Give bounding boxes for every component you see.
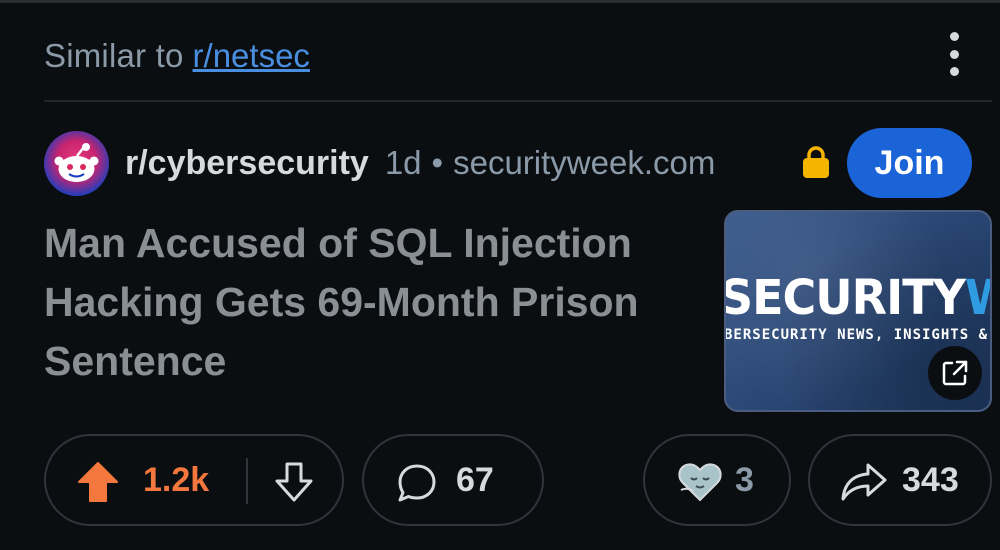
external-link-button[interactable] (928, 346, 982, 400)
kebab-icon (949, 32, 959, 41)
action-bar: 1.2k 67 3 343 (44, 434, 992, 526)
award-heart-icon (678, 463, 722, 502)
share-button[interactable]: 343 (808, 434, 992, 526)
post-age: 1d (384, 144, 422, 181)
kebab-icon (949, 67, 959, 76)
snoo-icon (54, 142, 99, 182)
thumbnail-tagline: BERSECURITY NEWS, INSIGHTS & ANALY (724, 327, 990, 343)
award-count: 3 (735, 461, 754, 499)
thumbnail-logo: SECURITYWEE (724, 268, 990, 326)
kebab-icon (949, 49, 959, 59)
section-divider (44, 100, 992, 102)
subreddit-name[interactable]: r/cybersecurity (125, 144, 369, 183)
post-title[interactable]: Man Accused of SQL Injection Hacking Get… (44, 214, 704, 391)
join-button[interactable]: Join (847, 128, 972, 198)
similar-subreddit-link[interactable]: r/netsec (193, 37, 310, 75)
top-divider (0, 0, 1000, 3)
external-link-icon (942, 360, 968, 386)
post-domain[interactable]: securityweek.com (453, 144, 715, 182)
upvote-count: 1.2k (143, 461, 210, 499)
recommendation-prefix: Similar to (44, 37, 184, 74)
recommendation-header: Similar to r/netsec (44, 28, 984, 84)
downvote-arrow-icon[interactable] (272, 460, 316, 504)
vote-separator (246, 458, 248, 504)
vote-control: 1.2k (44, 434, 344, 526)
subreddit-avatar[interactable] (44, 130, 109, 196)
comments-button[interactable]: 67 (362, 434, 544, 526)
award-button[interactable]: 3 (643, 434, 791, 526)
post-thumbnail[interactable]: SECURITYWEE BERSECURITY NEWS, INSIGHTS &… (724, 210, 992, 412)
share-count: 343 (902, 461, 959, 499)
share-arrow-icon (841, 463, 887, 501)
lock-icon (803, 146, 829, 178)
upvote-arrow-icon[interactable] (76, 460, 120, 504)
comment-count: 67 (456, 461, 494, 499)
comment-bubble-icon (398, 464, 436, 502)
more-options-button[interactable] (942, 32, 966, 76)
meta-separator: • (431, 144, 444, 181)
post-header: r/cybersecurity 1d • securityweek.com Jo… (44, 128, 976, 198)
